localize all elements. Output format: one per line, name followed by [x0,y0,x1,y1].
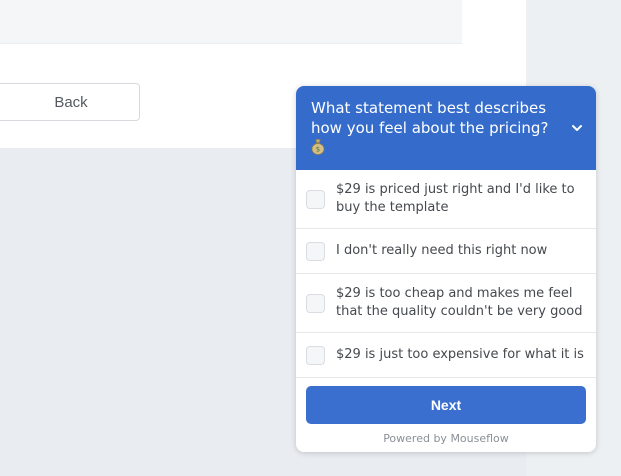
option-label: $29 is just too expensive for what it is [336,347,584,362]
survey-header[interactable]: What statement best describes how you fe… [296,86,596,170]
survey-question-text: What statement best describes how you fe… [311,99,549,137]
option-label: $29 is priced just right and I'd like to… [336,182,575,215]
survey-question: What statement best describes how you fe… [311,98,556,160]
option-checkbox[interactable] [306,241,325,261]
survey-option[interactable]: $29 is too cheap and makes me feel that … [296,274,596,333]
money-bag-icon: $ [311,138,325,155]
option-checkbox[interactable] [306,293,325,313]
svg-text:$: $ [316,146,320,154]
next-button[interactable]: Next [306,386,586,424]
survey-footer: Next Powered by Mouseflow [296,378,596,445]
survey-option[interactable]: $29 is just too expensive for what it is [296,333,596,378]
option-label: I don't really need this right now [336,243,548,258]
chevron-down-icon[interactable] [571,119,583,131]
back-button[interactable]: Back [0,83,140,121]
option-label: $29 is too cheap and makes me feel that … [336,286,583,319]
survey-option[interactable]: $29 is priced just right and I'd like to… [296,170,596,229]
feedback-survey-widget: What statement best describes how you fe… [296,86,596,452]
option-checkbox[interactable] [306,189,325,209]
option-checkbox[interactable] [306,345,325,365]
content-placeholder [0,0,462,44]
survey-option[interactable]: I don't really need this right now [296,229,596,274]
powered-by-text: Powered by Mouseflow [383,432,509,445]
